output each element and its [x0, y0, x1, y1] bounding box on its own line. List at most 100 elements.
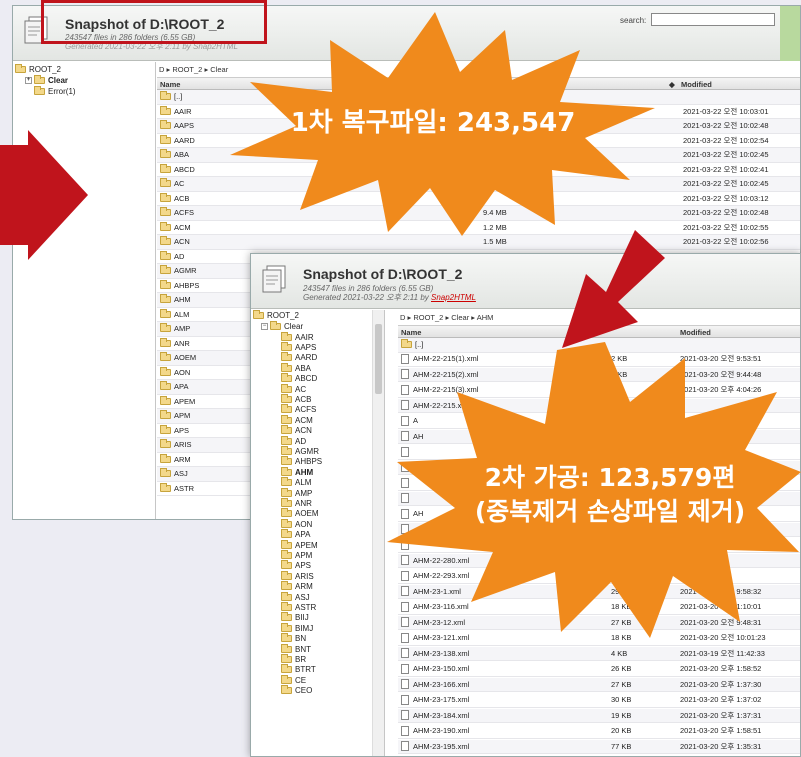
tree-item[interactable]: AON: [281, 518, 312, 529]
tree-item[interactable]: BIMJ: [281, 622, 313, 633]
modified-cell: 2021-03-22 오전 10:02:41: [683, 164, 769, 174]
folder-icon: [270, 320, 281, 330]
tree-item[interactable]: AMP: [281, 487, 312, 498]
col-name[interactable]: Name: [401, 328, 421, 337]
tree-item[interactable]: AAIR: [281, 331, 314, 342]
tree-item[interactable]: CEO: [281, 685, 312, 696]
snapshot-document-icon: [262, 265, 286, 293]
modified-cell: 2021-03-20 오후 1:58:51: [680, 726, 762, 736]
folder-icon: [281, 508, 292, 518]
scroll-thumb[interactable]: [375, 324, 382, 394]
tree-item[interactable]: AGMR: [281, 445, 319, 456]
expand-icon[interactable]: +: [25, 76, 32, 84]
collapse-icon[interactable]: −: [261, 322, 268, 330]
name-cell: AD: [160, 250, 185, 261]
table-row[interactable]: AHM-23-138.xml 4 KB 2021-03-19 오전 11:42:33: [398, 646, 800, 661]
tree-item-clear[interactable]: + Clear: [25, 74, 69, 85]
tree-item[interactable]: ACB: [281, 393, 311, 404]
name-cell: ARIS: [160, 439, 192, 449]
folder-icon: [160, 410, 171, 420]
row-name: APA: [174, 382, 189, 392]
table-row[interactable]: AHM-23-195.xml 77 KB 2021-03-20 오후 1:35:31: [398, 739, 800, 754]
col-name[interactable]: Name: [160, 80, 180, 89]
tree-item[interactable]: APEM: [281, 539, 318, 550]
name-cell: ACM: [160, 221, 191, 232]
tree-item[interactable]: BNT: [281, 643, 311, 654]
tree-root-label: ROOT_2: [29, 64, 62, 74]
folder-icon: [281, 362, 292, 372]
tree-item[interactable]: ACN: [281, 425, 312, 436]
folder-icon: [160, 453, 171, 463]
name-cell: AGMR: [160, 265, 197, 275]
folder-icon: [160, 279, 171, 289]
tree-item[interactable]: BR: [281, 653, 306, 664]
tree-root[interactable]: ROOT_2: [15, 63, 62, 74]
tree-item[interactable]: AARD: [281, 352, 317, 363]
name-cell: APA: [160, 381, 189, 392]
name-cell: APS: [160, 424, 189, 435]
file-icon: [401, 694, 409, 705]
tree-item[interactable]: ASTR: [281, 601, 316, 612]
folder-icon: [160, 352, 171, 362]
table-row[interactable]: AHM-23-166.xml 27 KB 2021-03-20 오후 1:37:30: [398, 677, 800, 692]
snap2html-link[interactable]: Snap2HTML: [431, 293, 476, 302]
tree-item[interactable]: AD: [281, 435, 306, 446]
tree-item-error[interactable]: Error(1): [34, 85, 76, 96]
folder-icon: [160, 366, 171, 376]
tree-item[interactable]: ABA: [281, 362, 312, 373]
name-cell: APEM: [160, 395, 195, 406]
tree-item[interactable]: ALM: [281, 477, 311, 488]
tree-item-label: ABA: [295, 363, 312, 373]
tree-item[interactable]: CE: [281, 674, 306, 685]
folder-icon: [281, 497, 292, 507]
tree-item[interactable]: AHBPS: [281, 456, 322, 467]
folder-icon: [281, 601, 292, 611]
name-cell: ACFS: [160, 207, 194, 217]
tree-item-label: BIIJ: [295, 613, 309, 623]
tree-item[interactable]: ABCD: [281, 373, 317, 384]
row-name: AMP: [174, 324, 191, 334]
folder-icon: [160, 236, 171, 246]
tree-item[interactable]: ARIS: [281, 570, 314, 581]
tree-item[interactable]: APA: [281, 529, 310, 540]
tree-item[interactable]: AC: [281, 383, 306, 394]
tree-item[interactable]: BTRT: [281, 664, 316, 675]
tree-item[interactable]: ARM: [281, 581, 313, 592]
modified-cell: 2021-03-20 오후 1:58:52: [680, 664, 762, 674]
generated-prefix: Generated 2021-03-22 오후 2:11 by: [303, 293, 431, 302]
tree-item-label: AGMR: [295, 446, 319, 456]
folder-icon: [160, 192, 171, 202]
tree-item[interactable]: BN: [281, 633, 307, 644]
folder-icon: [160, 250, 171, 260]
tree-item[interactable]: APS: [281, 560, 311, 571]
tree-item-label: Clear: [48, 75, 69, 85]
table-row[interactable]: AHM-23-184.xml 19 KB 2021-03-20 오후 1:37:31: [398, 708, 800, 723]
tree-item[interactable]: APM: [281, 549, 312, 560]
row-name: AHM-23-138.xml: [413, 648, 470, 658]
tree-item[interactable]: ACFS: [281, 404, 316, 415]
tree-item[interactable]: BIIJ: [281, 612, 309, 623]
table-row[interactable]: AHM-23-175.xml 30 KB 2021-03-20 오후 1:37:02: [398, 693, 800, 708]
tree-item[interactable]: AOEM: [281, 508, 319, 519]
tree-item-label: Clear: [284, 321, 304, 331]
folder-icon: [160, 337, 171, 347]
tree-item[interactable]: ASJ: [281, 591, 310, 602]
col-modified[interactable]: Modified: [681, 80, 712, 89]
tree-scrollbar[interactable]: [372, 310, 384, 756]
tree-item[interactable]: ANR: [281, 497, 312, 508]
tree-item[interactable]: AAPS: [281, 341, 316, 352]
tree-item-clear[interactable]: − Clear: [261, 320, 304, 331]
size-cell: 30 KB: [611, 695, 632, 705]
tree-item[interactable]: AHM: [281, 466, 313, 477]
table-row[interactable]: AHM-23-150.xml 26 KB 2021-03-20 오후 1:58:52: [398, 662, 800, 677]
tree-item-label: BN: [295, 634, 307, 644]
table-row[interactable]: AHM-23-190.xml 20 KB 2021-03-20 오후 1:58:51: [398, 724, 800, 739]
folder-icon: [281, 612, 292, 622]
row-name: AHM-23-184.xml: [413, 710, 470, 720]
tree-root[interactable]: ROOT_2: [253, 310, 299, 320]
row-name: AD: [174, 251, 185, 261]
row-name: ABCD: [174, 164, 195, 174]
tree-item[interactable]: ACM: [281, 414, 313, 425]
tree-item-label: ANR: [295, 498, 312, 508]
row-name: ASJ: [174, 469, 188, 479]
